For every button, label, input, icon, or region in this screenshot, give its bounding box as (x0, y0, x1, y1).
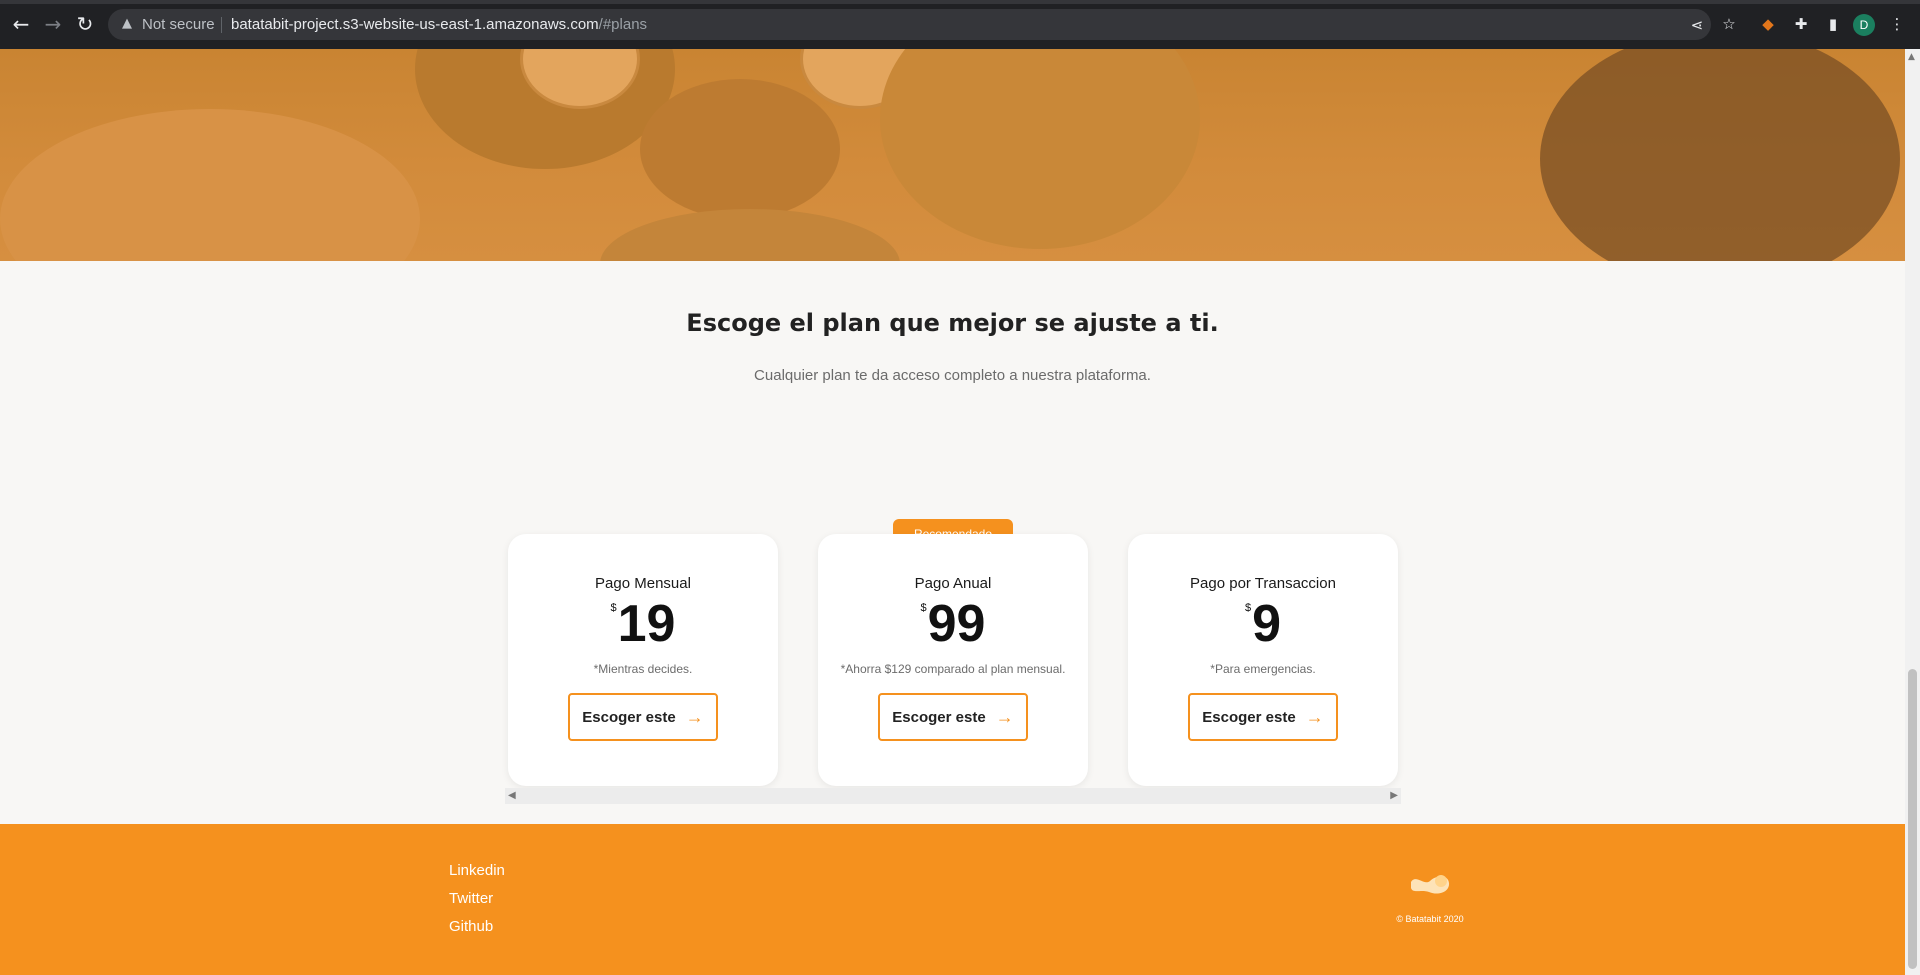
carousel-horizontal-scrollbar[interactable]: ◀ ▶ (505, 788, 1401, 804)
forward-button[interactable]: → (41, 12, 65, 36)
security-label[interactable]: Not secure (142, 16, 215, 33)
plan-card-per-transaction: Pago por Transaccion $9 *Para emergencia… (1128, 534, 1398, 786)
page-viewport: Escoge el plan que mejor se ajuste a ti.… (0, 49, 1905, 975)
footer-link-twitter[interactable]: Twitter (449, 889, 505, 917)
arrow-right-icon: → (995, 707, 1014, 727)
choose-plan-button[interactable]: Escoger este → (878, 693, 1028, 741)
plan-price: $99 (818, 594, 1088, 654)
currency-symbol: $ (610, 602, 617, 614)
batatabit-logo-icon (1411, 875, 1450, 894)
address-bar[interactable]: ▲ Not secure batatabit-project.s3-websit… (108, 9, 1736, 40)
url-fragment: /#plans (598, 16, 648, 33)
arrow-right-icon: → (685, 707, 704, 727)
hero-arm (0, 109, 420, 261)
side-panel-icon[interactable]: ▮ (1822, 13, 1844, 35)
plan-note: *Mientras decides. (593, 662, 693, 676)
plan-card-monthly: Pago Mensual $19 *Mientras decides. Esco… (508, 534, 778, 786)
plan-price: $9 (1128, 594, 1398, 654)
plans-title: Escoge el plan que mejor se ajuste a ti. (686, 309, 1219, 337)
price-value: 9 (1252, 595, 1282, 653)
plan-title: Pago Mensual (595, 575, 691, 592)
metamask-fox-icon[interactable]: ◆ (1757, 13, 1779, 35)
footer-links: Linkedin Twitter Github (449, 861, 505, 945)
plan-note: *Ahorra $129 comparado al plan mensual. (840, 662, 1066, 676)
profile-avatar[interactable]: D (1853, 14, 1875, 36)
kebab-menu-icon[interactable]: ⋮ (1886, 13, 1908, 35)
browser-toolbar: ← → ↻ ▲ Not secure batatabit-project.s3-… (0, 0, 1920, 49)
share-icon[interactable]: ⋖ (1686, 14, 1708, 36)
bookmark-star-icon[interactable]: ☆ (1718, 13, 1740, 35)
arrow-right-icon: → (1305, 707, 1324, 727)
choose-plan-label: Escoger este (892, 708, 986, 726)
back-button[interactable]: ← (9, 12, 33, 36)
hero-lips (600, 209, 900, 261)
choose-plan-button[interactable]: Escoger este → (1188, 693, 1338, 741)
plans-subtitle: Cualquier plan te da acceso completo a n… (754, 367, 1151, 384)
price-value: 99 (927, 595, 986, 653)
choose-plan-button[interactable]: Escoger este → (568, 693, 718, 741)
plans-carousel[interactable]: Recomendado Pago Mensual $19 *Mientras d… (505, 499, 1401, 817)
url-text[interactable]: batatabit-project.s3-website-us-east-1.a… (231, 16, 647, 33)
address-separator (221, 17, 222, 33)
footer-link-github[interactable]: Github (449, 917, 505, 945)
url-host: batatabit-project.s3-website-us-east-1.a… (231, 16, 599, 33)
footer-link-linkedin[interactable]: Linkedin (449, 861, 505, 889)
warning-icon[interactable]: ▲ (118, 15, 136, 33)
scrollbar-thumb[interactable] (1908, 669, 1917, 969)
hero-image-coins-on-eyes (0, 49, 1905, 261)
hero-hair (1540, 49, 1900, 261)
scroll-right-icon[interactable]: ▶ (1390, 790, 1398, 801)
currency-symbol: $ (920, 602, 927, 614)
reload-button[interactable]: ↻ (73, 12, 97, 36)
footer-copyright: © Batatabit 2020 (1396, 914, 1464, 924)
price-value: 19 (617, 595, 676, 653)
scroll-left-icon[interactable]: ◀ (508, 790, 516, 801)
extensions-puzzle-icon[interactable]: ✚ (1790, 13, 1812, 35)
currency-symbol: $ (1244, 602, 1252, 614)
plan-title: Pago Anual (914, 575, 992, 592)
tab-strip-edge (0, 0, 1920, 4)
page-vertical-scrollbar[interactable]: ▲ (1905, 49, 1920, 975)
plan-card-annual: Pago Anual $99 *Ahorra $129 comparado al… (818, 534, 1088, 786)
site-footer: Linkedin Twitter Github © Batatabit 2020 (0, 824, 1905, 975)
plan-note: *Para emergencias. (1210, 662, 1316, 676)
hero-nose (640, 79, 840, 219)
choose-plan-label: Escoger este (1202, 708, 1296, 726)
plan-price: $19 (508, 594, 778, 654)
hero-hand-right (880, 49, 1200, 249)
scroll-up-icon[interactable]: ▲ (1908, 52, 1915, 62)
plan-title: Pago por Transaccion (1190, 575, 1336, 592)
choose-plan-label: Escoger este (582, 708, 676, 726)
